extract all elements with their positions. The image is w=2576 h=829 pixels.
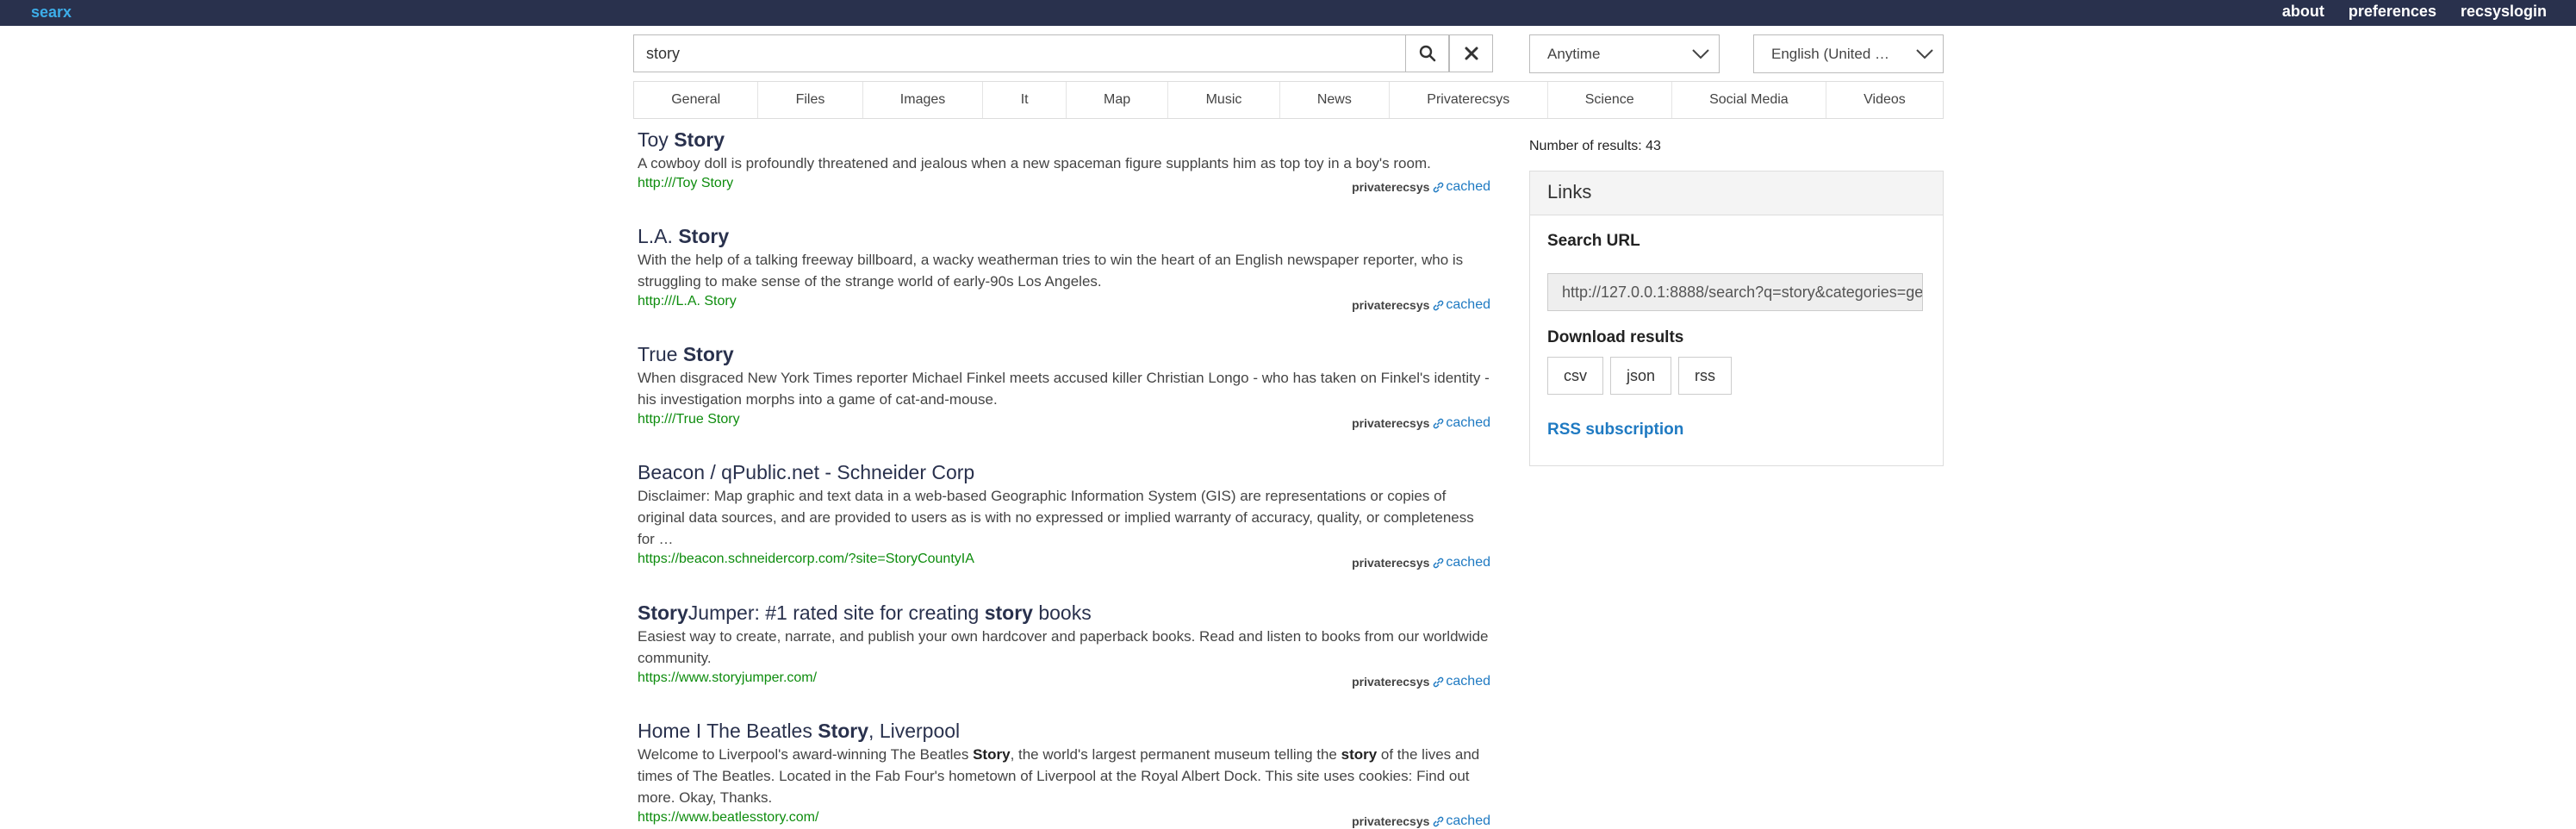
cached-label: cached — [1446, 179, 1490, 194]
time-range-select[interactable]: Anytime — [1529, 34, 1720, 73]
search-input[interactable] — [633, 34, 1405, 72]
result-engine: privaterecsys cached — [1352, 179, 1490, 195]
download-rss-button[interactable]: rss — [1678, 357, 1733, 395]
results-count: Number of results: 43 — [1529, 139, 1661, 153]
result-item: StoryJumper: #1 rated site for creating … — [638, 601, 1490, 689]
cached-link[interactable]: cached — [1433, 813, 1490, 829]
tab-videos[interactable]: Videos — [1825, 82, 1943, 118]
download-heading: Download results — [1547, 328, 1684, 346]
cached-link[interactable]: cached — [1433, 297, 1490, 313]
result-item: Beacon / qPublic.net - Schneider Corp Di… — [638, 460, 1490, 570]
tab-music[interactable]: Music — [1167, 82, 1279, 118]
link-icon — [1434, 182, 1444, 192]
result-title[interactable]: Home I The Beatles Story, Liverpool — [638, 719, 1490, 743]
result-item: L.A. Story With the help of a talking fr… — [638, 224, 1490, 313]
result-item: Home I The Beatles Story, Liverpool Welc… — [638, 719, 1490, 829]
cached-label: cached — [1446, 813, 1490, 828]
time-range-value: Anytime — [1547, 46, 1601, 62]
result-content: With the help of a talking freeway billb… — [638, 252, 1464, 290]
result-content: When disgraced New York Times reporter M… — [638, 370, 1490, 408]
result-title[interactable]: StoryJumper: #1 rated site for creating … — [638, 601, 1490, 625]
result-content: Disclaimer: Map graphic and text data in… — [638, 488, 1474, 547]
download-json-button[interactable]: json — [1610, 357, 1672, 395]
language-value: English (United States) — [1771, 46, 1921, 62]
cached-label: cached — [1446, 674, 1490, 689]
link-icon — [1434, 300, 1444, 310]
search-url-heading: Search URL — [1547, 232, 1640, 250]
result-title[interactable]: True Story — [638, 342, 1490, 366]
link-icon — [1434, 676, 1444, 687]
top-navbar: searx about preferences recsyslogin — [0, 0, 2576, 26]
category-tabs: General Files Images It Map Music News Privater… — [633, 81, 1944, 119]
tab-privaterecsys[interactable]: Privaterecsys — [1389, 82, 1546, 118]
result-engine: privaterecsys cached — [1352, 674, 1490, 689]
cached-label: cached — [1446, 297, 1490, 312]
result-engine: privaterecsys cached — [1352, 297, 1490, 313]
clear-search-button[interactable] — [1449, 34, 1493, 72]
engine-name: privaterecsys — [1352, 416, 1430, 430]
search-icon — [1419, 45, 1435, 62]
result-title[interactable]: Toy Story — [638, 128, 1490, 152]
language-select[interactable]: English (United States) — [1753, 34, 1944, 73]
preferences-link[interactable]: preferences — [2349, 3, 2436, 21]
engine-name: privaterecsys — [1352, 298, 1430, 312]
tab-images[interactable]: Images — [862, 82, 983, 118]
panel-title: Links — [1530, 171, 1943, 215]
link-icon — [1434, 816, 1444, 826]
tab-map[interactable]: Map — [1065, 82, 1168, 118]
tab-social-media[interactable]: Social Media — [1671, 82, 1826, 118]
cached-link[interactable]: cached — [1433, 179, 1490, 195]
tab-news[interactable]: News — [1279, 82, 1389, 118]
cached-link[interactable]: cached — [1433, 555, 1490, 570]
engine-name: privaterecsys — [1352, 814, 1430, 828]
rss-subscription-link[interactable]: RSS subscription — [1547, 421, 1683, 439]
tab-it[interactable]: It — [982, 82, 1065, 118]
download-csv-button[interactable]: csv — [1547, 357, 1603, 395]
cached-link[interactable]: cached — [1433, 415, 1490, 431]
recsyslogin-link[interactable]: recsyslogin — [2461, 3, 2547, 21]
brand-link[interactable]: searx — [31, 3, 72, 22]
result-item: True Story When disgraced New York Times… — [638, 342, 1490, 431]
result-item: Toy Story A cowboy doll is profoundly th… — [638, 128, 1490, 195]
link-icon — [1434, 558, 1444, 568]
result-engine: privaterecsys cached — [1352, 813, 1490, 829]
result-title[interactable]: L.A. Story — [638, 224, 1490, 248]
cached-link[interactable]: cached — [1433, 674, 1490, 689]
close-icon — [1465, 47, 1478, 60]
result-content: Welcome to Liverpool's award-winning The… — [638, 746, 1480, 806]
download-buttons: csv json rss — [1547, 357, 1733, 395]
result-engine: privaterecsys cached — [1352, 415, 1490, 431]
search-button[interactable] — [1405, 34, 1449, 72]
result-title[interactable]: Beacon / qPublic.net - Schneider Corp — [638, 460, 1490, 484]
chevron-down-icon — [1692, 49, 1709, 59]
tab-files[interactable]: Files — [757, 82, 862, 118]
search-url-field[interactable]: http://127.0.0.1:8888/search?q=story&cat… — [1547, 273, 1923, 311]
links-panel: Links Search URL http://127.0.0.1:8888/s… — [1529, 171, 1944, 466]
result-engine: privaterecsys cached — [1352, 555, 1490, 570]
cached-label: cached — [1446, 415, 1490, 430]
about-link[interactable]: about — [2282, 3, 2324, 21]
tab-general[interactable]: General — [634, 82, 757, 118]
chevron-down-icon — [1916, 49, 1933, 59]
engine-name: privaterecsys — [1352, 675, 1430, 689]
tab-science[interactable]: Science — [1546, 82, 1671, 118]
engine-name: privaterecsys — [1352, 180, 1430, 194]
cached-label: cached — [1446, 555, 1490, 570]
result-content: A cowboy doll is profoundly threatened a… — [638, 155, 1431, 171]
result-content: Easiest way to create, narrate, and publ… — [638, 628, 1489, 666]
engine-name: privaterecsys — [1352, 556, 1430, 570]
top-links: about preferences recsyslogin — [2282, 3, 2547, 21]
link-icon — [1434, 418, 1444, 428]
